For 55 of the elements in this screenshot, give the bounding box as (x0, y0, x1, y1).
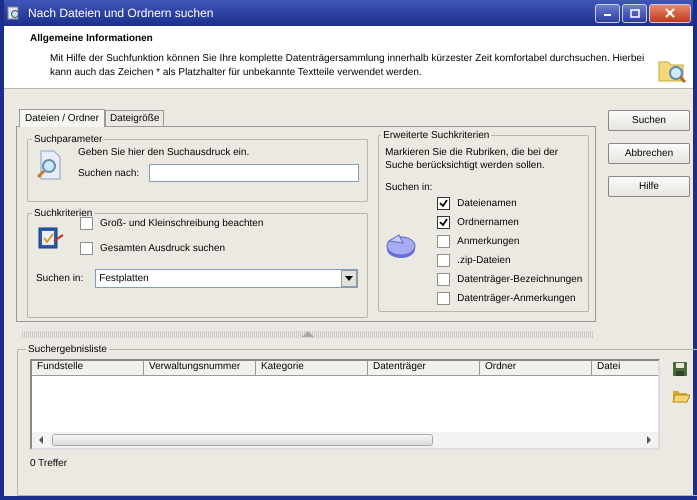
column-header[interactable]: Datei (592, 361, 658, 375)
tab[interactable]: Dateien / Ordner (19, 109, 105, 127)
scroll-left-icon[interactable] (38, 436, 44, 444)
checkbox[interactable] (437, 235, 450, 248)
column-header[interactable]: Fundstelle (32, 361, 144, 375)
checkbox[interactable] (437, 254, 450, 267)
checkbox-label: Datenträger-Bezeichnungen (457, 274, 582, 285)
checkbox-label: Datenträger-Anmerkungen (457, 293, 576, 304)
caret-icon (345, 276, 354, 281)
checkbox[interactable] (80, 242, 93, 255)
dialog-button[interactable]: Hilfe (608, 176, 690, 197)
search-field[interactable] (149, 164, 360, 182)
minimize-button[interactable] (595, 4, 620, 22)
maximize-icon (630, 8, 640, 18)
checkbox[interactable] (437, 292, 450, 305)
close-icon (665, 8, 675, 18)
horizontal-scrollbar[interactable] (32, 432, 658, 448)
description-text: Markieren Sie die Rubriken, die bei der Suche berücksichtigt werden sollen. (385, 146, 560, 172)
column-header[interactable]: Datenträger (368, 361, 480, 375)
dialog-button[interactable]: Suchen (608, 110, 690, 131)
scroll-right-icon[interactable] (646, 436, 652, 444)
group-title: Erweiterte Suchkriterien (382, 130, 490, 141)
checkbox-label: Anmerkungen (457, 236, 520, 247)
field-label: Suchen in: (36, 273, 84, 284)
pie-chart-icon (385, 232, 418, 260)
search-icon (6, 5, 22, 21)
group-title: Suchparameter (33, 134, 104, 145)
group-title: Suchergebnisliste (27, 344, 108, 355)
column-header[interactable]: Ordner (480, 361, 592, 375)
field-label: Suchen in: (385, 182, 434, 193)
checkbox[interactable] (437, 273, 450, 286)
column-header[interactable]: Kategorie (256, 361, 368, 375)
checkbox-label: Gesamten Ausdruck suchen (100, 243, 226, 254)
maximize-button[interactable] (622, 4, 647, 22)
checkbox-label: Groß- und Kleinschreibung beachten (100, 218, 264, 229)
header-text: Mit Hilfe der Suchfunktion können Sie Ihre komplette Datenträgersammlung innerhalb kürzester Zeit komfortabel durchsuchen. Hierbei kann auch das Zeichen * als Platzhalter für unbekannte Textteile verwendet werden. (49, 52, 646, 80)
scope-dropdown[interactable]: Festplatten (95, 269, 358, 288)
header-title: Allgemeine Informationen (30, 33, 154, 44)
group-title: Suchkriterien (33, 208, 94, 219)
column-header[interactable]: Verwaltungsnummer (144, 361, 256, 375)
checkbox-label: Ordnernamen (457, 217, 519, 228)
open-folder-icon[interactable] (672, 389, 690, 403)
dialog-button[interactable]: Abbrechen (608, 143, 690, 164)
checkbox[interactable] (437, 216, 450, 229)
checkbox[interactable] (80, 217, 93, 230)
hint-text: Geben Sie hier den Suchausdruck ein. (78, 147, 250, 158)
tab[interactable]: Dateigröße (104, 110, 164, 126)
checkbox[interactable] (437, 197, 450, 210)
result-count: 0 Treffer (30, 458, 68, 469)
close-button[interactable] (649, 4, 691, 22)
window-title: Nach Dateien und Ordnern suchen (28, 6, 214, 20)
checkbox-label: Dateienamen (457, 198, 517, 209)
checkbox-label: .zip-Dateien (457, 255, 511, 266)
splitter-handle[interactable] (22, 331, 593, 338)
field-label: Suchen nach: (78, 168, 140, 178)
